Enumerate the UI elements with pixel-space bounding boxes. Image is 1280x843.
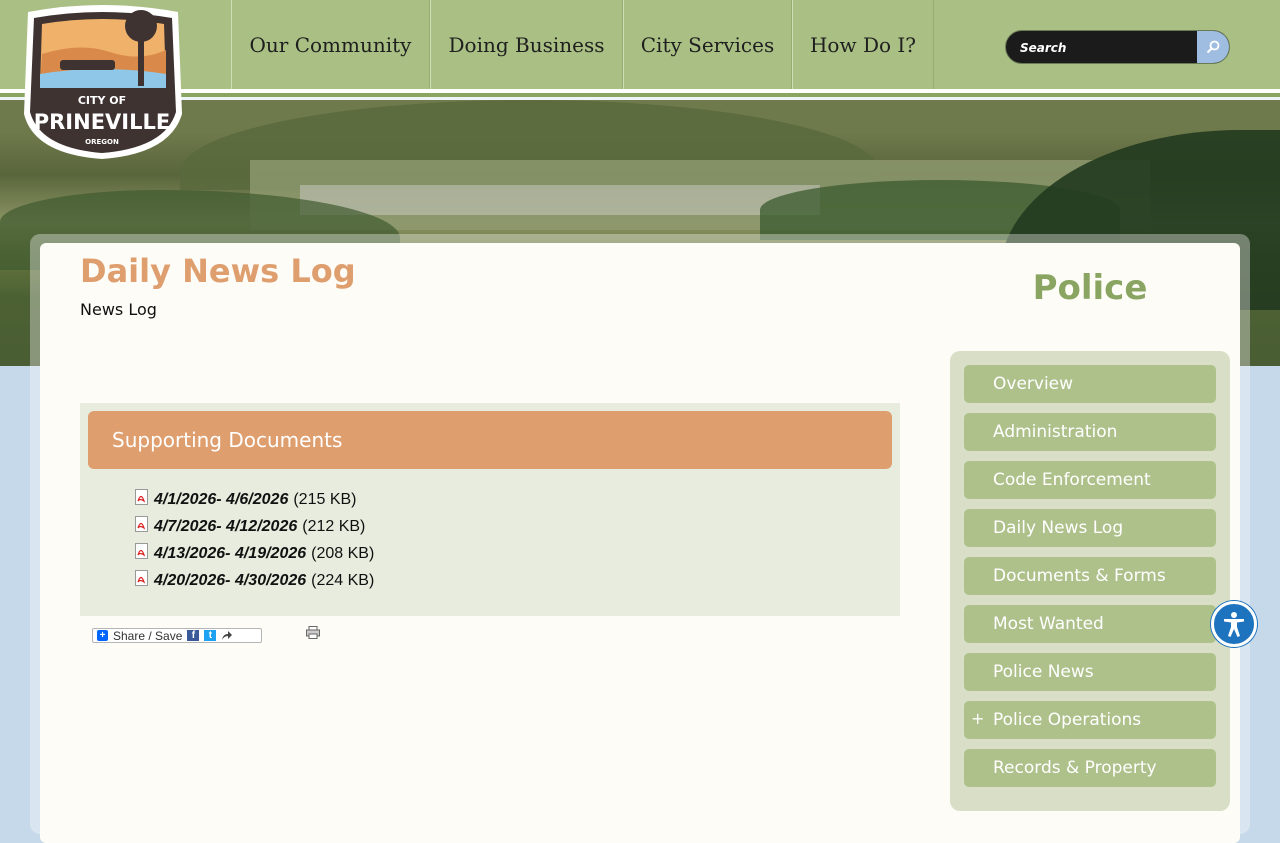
sidebar-item-label: Records & Property: [993, 758, 1157, 778]
document-item: 4/20/2026- 4/30/2026 (224 KB): [135, 567, 374, 594]
pdf-icon: [135, 542, 148, 559]
supporting-documents-heading: Supporting Documents: [88, 411, 892, 469]
sidebar-item-label: Police News: [993, 662, 1094, 682]
search-box: [1005, 30, 1230, 64]
document-link[interactable]: 4/7/2026- 4/12/2026: [154, 518, 297, 536]
city-logo[interactable]: CITY OF PRINEVILLE OREGON: [20, 4, 185, 162]
sidebar-item-documents-forms[interactable]: Documents & Forms: [964, 557, 1216, 595]
pdf-icon: [135, 569, 148, 586]
sidebar-item-daily-news-log[interactable]: Daily News Log: [964, 509, 1216, 547]
sidebar-item-label: Administration: [993, 422, 1118, 442]
supporting-documents-section: Supporting Documents 4/1/2026- 4/6/2026 …: [80, 403, 900, 616]
print-icon[interactable]: [306, 626, 320, 639]
search-icon: [1206, 40, 1220, 54]
sidebar-item-label: Documents & Forms: [993, 566, 1166, 586]
pdf-icon: [135, 515, 148, 532]
sidebar-item-label: Code Enforcement: [993, 470, 1151, 490]
nav-doing-business[interactable]: Doing Business: [430, 0, 623, 89]
expand-plus-icon[interactable]: +: [971, 709, 984, 728]
facebook-icon: f: [187, 630, 200, 641]
sidebar-item-code-enforcement[interactable]: Code Enforcement: [964, 461, 1216, 499]
nav-how-do-i[interactable]: How Do I?: [792, 0, 934, 89]
main-navigation: Our Community Doing Business City Servic…: [231, 0, 934, 89]
share-plus-icon: +: [97, 630, 108, 641]
accessibility-icon: [1224, 612, 1244, 637]
share-save-button[interactable]: + Share / Save f t: [92, 628, 262, 643]
nav-our-community[interactable]: Our Community: [231, 0, 430, 89]
search-button[interactable]: [1197, 31, 1229, 63]
sidebar-item-label: Overview: [993, 374, 1074, 394]
document-link[interactable]: 4/1/2026- 4/6/2026: [154, 491, 288, 509]
banner-top-edge: [0, 97, 1280, 100]
sidebar-item-overview[interactable]: Overview: [964, 365, 1216, 403]
sidebar-item-label: Police Operations: [993, 710, 1142, 730]
logo-text-city-of: CITY OF: [78, 94, 126, 107]
page-subtitle: News Log: [80, 300, 157, 319]
sidebar-item-label: Most Wanted: [993, 614, 1104, 634]
document-link[interactable]: 4/13/2026- 4/19/2026: [154, 545, 306, 563]
logo-text-oregon: OREGON: [85, 138, 119, 146]
logo-text-prineville: PRINEVILLE: [34, 110, 170, 134]
document-size: (208 KB): [311, 544, 375, 562]
document-size: (215 KB): [293, 490, 357, 508]
pdf-icon: [135, 488, 148, 505]
sidebar-item-administration[interactable]: Administration: [964, 413, 1216, 451]
share-save-label: Share / Save: [113, 628, 183, 643]
sidebar-item-label: Daily News Log: [993, 518, 1124, 538]
document-size: (224 KB): [311, 571, 375, 589]
accessibility-button[interactable]: [1211, 601, 1257, 647]
document-link[interactable]: 4/20/2026- 4/30/2026: [154, 572, 306, 590]
document-item: 4/7/2026- 4/12/2026 (212 KB): [135, 513, 374, 540]
sidebar-title: Police: [1032, 268, 1148, 308]
document-size: (212 KB): [302, 517, 366, 535]
sidebar-item-records-property[interactable]: Records & Property: [964, 749, 1216, 787]
sidebar-item-police-operations[interactable]: + Police Operations: [964, 701, 1216, 739]
sidebar-item-police-news[interactable]: Police News: [964, 653, 1216, 691]
document-item: 4/13/2026- 4/19/2026 (208 KB): [135, 540, 374, 567]
search-input[interactable]: [1018, 37, 1197, 59]
twitter-icon: t: [204, 630, 217, 641]
share-arrow-icon: [222, 631, 233, 640]
document-item: 4/1/2026- 4/6/2026 (215 KB): [135, 486, 374, 513]
sidebar-item-most-wanted[interactable]: Most Wanted: [964, 605, 1216, 643]
document-list: 4/1/2026- 4/6/2026 (215 KB) 4/7/2026- 4/…: [135, 486, 374, 594]
page-title: Daily News Log: [80, 252, 356, 290]
nav-city-services[interactable]: City Services: [623, 0, 792, 89]
sidebar-menu: Overview Administration Code Enforcement…: [964, 365, 1216, 797]
